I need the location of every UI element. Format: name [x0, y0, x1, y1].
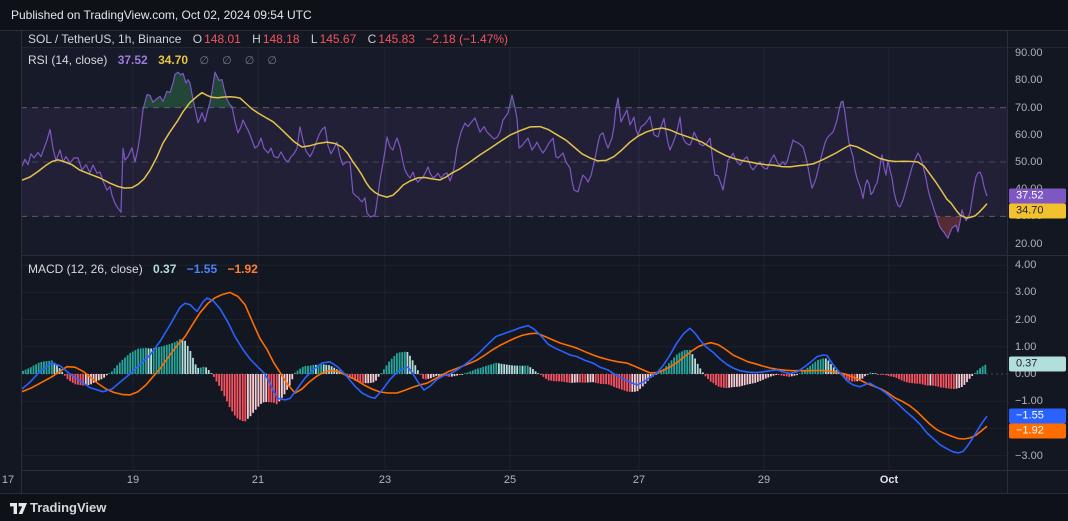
- price-badge: 34.70: [1009, 204, 1066, 219]
- rsi-value: 37.52: [118, 53, 148, 67]
- change-value: −2.18 (−1.47%): [425, 32, 508, 46]
- axis-label: −3.00: [1015, 450, 1043, 462]
- axis-label: 90.00: [1015, 47, 1043, 59]
- axis-label: 50.00: [1015, 156, 1043, 168]
- axis-label: 3.00: [1015, 286, 1036, 298]
- time-label: 21: [252, 474, 264, 486]
- tradingview-brand[interactable]: TradingView: [30, 494, 106, 521]
- tradingview-snapshot: Published on TradingView.com, Oct 02, 20…: [0, 0, 1068, 521]
- macd-line-value: −1.55: [187, 262, 217, 276]
- rsi-ma-value: 34.70: [158, 53, 188, 67]
- rsi-hidden-values-icons: ∅ ∅ ∅ ∅: [199, 55, 282, 67]
- macd-signal-value: −1.92: [227, 262, 257, 276]
- macd-hist-value: 0.37: [153, 262, 176, 276]
- time-scale[interactable]: 17 19 21 23 25 27 29 Oct: [0, 470, 1068, 493]
- price-badge: 0.37: [1009, 357, 1066, 372]
- axis-label: 60.00: [1015, 129, 1043, 141]
- low-label: L: [311, 32, 318, 46]
- price-badge: −1.92: [1009, 424, 1066, 439]
- published-text: Published on TradingView.com, Oct 02, 20…: [11, 0, 312, 30]
- time-label: 25: [504, 474, 516, 486]
- high-value: 148.18: [263, 32, 300, 46]
- macd-line: [22, 298, 987, 453]
- axis-label: −1.00: [1015, 395, 1043, 407]
- macd-legend[interactable]: MACD (12, 26, close) 0.37 −1.55 −1.92: [28, 262, 258, 276]
- time-label: Oct: [880, 474, 898, 486]
- rsi-legend-title[interactable]: RSI (14, close): [28, 53, 107, 67]
- symbol-row[interactable]: SOL / TetherUS, 1h, Binance O148.01 H148…: [21, 31, 1068, 47]
- low-value: 145.67: [320, 32, 357, 46]
- macd-histogram: [22, 339, 986, 421]
- time-label: 27: [633, 474, 645, 486]
- price-scale-border: [1007, 30, 1008, 493]
- axis-label: 80.00: [1015, 74, 1043, 86]
- published-bar: Published on TradingView.com, Oct 02, 20…: [0, 0, 1068, 31]
- macd-legend-title[interactable]: MACD (12, 26, close): [28, 262, 143, 276]
- axis-label: 1.00: [1015, 341, 1036, 353]
- symbol-title[interactable]: SOL / TetherUS, 1h, Binance: [28, 32, 181, 46]
- price-badge: −1.55: [1009, 409, 1066, 424]
- axis-label: 20.00: [1015, 238, 1043, 250]
- symbol-row-divider: [21, 47, 1068, 48]
- time-label: 19: [127, 474, 139, 486]
- high-label: H: [252, 32, 261, 46]
- chart-left-border: [21, 30, 22, 493]
- close-value: 145.83: [378, 32, 415, 46]
- axis-label: 70.00: [1015, 102, 1043, 114]
- time-label: 23: [379, 474, 391, 486]
- time-label: 17: [2, 474, 14, 486]
- axis-label: 2.00: [1015, 314, 1036, 326]
- close-label: C: [368, 32, 377, 46]
- footer-bar: TradingView: [0, 493, 1068, 521]
- pane-separator[interactable]: [21, 255, 1068, 256]
- price-badge: 37.52: [1009, 189, 1066, 204]
- tradingview-logo-icon[interactable]: [10, 502, 27, 515]
- open-value: 148.01: [204, 32, 241, 46]
- time-label: 29: [758, 474, 770, 486]
- axis-label: 4.00: [1015, 259, 1036, 271]
- rsi-legend[interactable]: RSI (14, close) 37.52 34.70 ∅ ∅ ∅ ∅: [28, 53, 282, 67]
- open-label: O: [193, 32, 202, 46]
